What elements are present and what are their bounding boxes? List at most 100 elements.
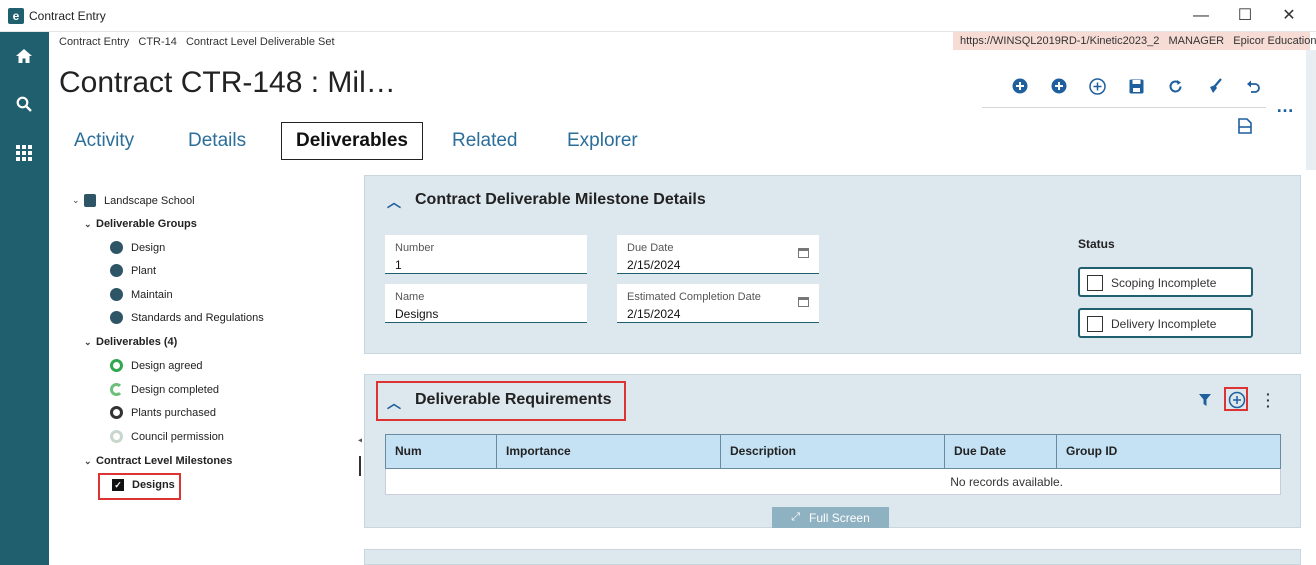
print-preview-icon[interactable] — [1235, 116, 1255, 136]
calendar-icon[interactable] — [798, 248, 809, 258]
maximize-button[interactable]: ☐ — [1230, 6, 1260, 26]
number-field[interactable]: Number 1 — [385, 235, 587, 274]
tree-item-group[interactable]: Standards and Regulations — [110, 311, 264, 324]
checkbox-label: Scoping Incomplete — [1111, 276, 1217, 290]
page-title: Contract CTR-148 : Mil… — [59, 66, 396, 99]
scoping-incomplete-checkbox[interactable]: Scoping Incomplete — [1078, 267, 1253, 297]
tree-node-deliverables[interactable]: ⌄ Deliverables (4) — [84, 336, 177, 348]
checkbox-checked-icon: ✓ — [112, 479, 124, 491]
name-field[interactable]: Name Designs — [385, 284, 587, 323]
environment-role: MANAGER — [1168, 35, 1225, 47]
window-titlebar: e Contract Entry — ☐ ✕ — [0, 0, 1316, 32]
breadcrumb-item[interactable]: Contract Entry — [59, 36, 129, 48]
panel-splitter[interactable] — [359, 456, 361, 476]
close-button[interactable]: ✕ — [1274, 6, 1304, 26]
field-value: Designs — [395, 307, 439, 321]
delivery-incomplete-checkbox[interactable]: Delivery Incomplete — [1078, 308, 1253, 338]
left-navigation — [0, 32, 49, 565]
add-new-icon[interactable] — [1000, 75, 1039, 97]
tree-milestones-label: Contract Level Milestones — [96, 455, 233, 467]
checkbox-icon — [1087, 275, 1103, 291]
tab-details[interactable]: Details — [188, 122, 246, 160]
vertical-scrollbar[interactable] — [1306, 50, 1316, 170]
column-header-importance[interactable]: Importance — [497, 435, 721, 468]
add-icon[interactable] — [1039, 75, 1078, 97]
milestone-details-title: Contract Deliverable Milestone Details — [415, 191, 706, 208]
calendar-icon[interactable] — [798, 297, 809, 307]
field-value: 2/15/2024 — [627, 307, 681, 321]
group-icon — [110, 311, 123, 324]
tree-item-group[interactable]: Design — [110, 241, 165, 254]
chevron-down-icon[interactable]: ⌄ — [84, 337, 96, 348]
chevron-down-icon[interactable]: ⌄ — [72, 195, 84, 206]
tab-deliverables[interactable]: Deliverables — [281, 122, 423, 160]
toolbar — [1000, 75, 1273, 97]
chevron-down-icon[interactable]: ⌄ — [84, 219, 96, 230]
tree-node-milestones[interactable]: ⌄ Contract Level Milestones — [84, 455, 232, 467]
status-partial-icon — [110, 383, 123, 396]
environment-company: Epicor Education — [1233, 35, 1316, 47]
tree-item-group[interactable]: Maintain — [110, 288, 173, 301]
tree-root-label: Landscape School — [104, 194, 195, 207]
tab-related[interactable]: Related — [452, 122, 518, 160]
tree-item-label: Design agreed — [131, 359, 203, 372]
column-header-group-id[interactable]: Group ID — [1057, 435, 1280, 468]
status-pending-icon — [110, 430, 123, 443]
empty-grid-message: No records available. — [950, 475, 1063, 489]
filter-icon[interactable] — [1199, 393, 1211, 406]
field-value: 2/15/2024 — [627, 258, 681, 272]
environment-bar: https://WINSQL2019RD-1/Kinetic2023_2 MAN… — [953, 32, 1316, 50]
expand-icon: ⤢ — [791, 511, 801, 523]
refresh-icon[interactable] — [1156, 75, 1195, 97]
full-screen-label: Full Screen — [809, 510, 870, 525]
group-icon — [110, 264, 123, 277]
column-header-num[interactable]: Num — [386, 435, 497, 468]
kebab-menu-icon[interactable]: · · · — [1266, 387, 1271, 413]
field-label: Number — [395, 242, 435, 254]
tree-item-group[interactable]: Plant — [110, 264, 156, 277]
full-screen-button[interactable]: ⤢ Full Screen — [772, 507, 889, 528]
group-icon — [110, 288, 123, 301]
column-header-description[interactable]: Description — [721, 435, 945, 468]
estimated-completion-field[interactable]: Estimated Completion Date 2/15/2024 — [617, 284, 819, 323]
tree-item-deliverable[interactable]: Council permission — [110, 430, 224, 443]
book-icon — [84, 194, 96, 207]
add-row-icon[interactable] — [1228, 391, 1246, 409]
clear-icon[interactable] — [1195, 75, 1234, 97]
toolbar-divider — [982, 107, 1266, 108]
window-title: Contract Entry — [29, 9, 106, 23]
tree-item-deliverable[interactable]: Design agreed — [110, 359, 203, 372]
tab-activity[interactable]: Activity — [74, 122, 134, 160]
save-icon[interactable] — [1117, 75, 1156, 97]
field-value: 1 — [395, 258, 402, 272]
status-dark-icon — [110, 406, 123, 419]
collapse-caret-icon[interactable]: ︿ — [387, 192, 401, 212]
tree-item-deliverable[interactable]: Design completed — [110, 383, 219, 396]
breadcrumb-item: Contract Level Deliverable Set — [185, 36, 335, 48]
field-label: Name — [395, 291, 425, 303]
checkbox-label: Delivery Incomplete — [1111, 317, 1217, 331]
undo-icon[interactable] — [1234, 75, 1273, 97]
tree-root[interactable]: ⌄ Landscape School — [72, 194, 195, 207]
chevron-down-icon[interactable]: ⌄ — [84, 456, 96, 467]
column-header-due-date[interactable]: Due Date — [945, 435, 1057, 468]
tab-explorer[interactable]: Explorer — [567, 122, 638, 160]
tree-item-milestone[interactable]: ✓ Designs — [112, 479, 175, 491]
requirements-title: Deliverable Requirements — [415, 391, 612, 408]
group-icon — [110, 241, 123, 254]
home-icon[interactable] — [12, 44, 36, 68]
tree-item-deliverable[interactable]: Plants purchased — [110, 406, 216, 419]
tree-node-groups[interactable]: ⌄ Deliverable Groups — [84, 218, 197, 230]
environment-url: https://WINSQL2019RD-1/Kinetic2023_2 — [960, 35, 1160, 47]
tree-groups-label: Deliverable Groups — [96, 218, 197, 230]
add-circle-icon[interactable] — [1078, 75, 1117, 97]
search-icon[interactable] — [12, 92, 36, 116]
minimize-button[interactable]: — — [1186, 6, 1216, 26]
breadcrumb: Contract Entry CTR-14 Contract Level Del… — [59, 36, 341, 48]
collapse-caret-icon[interactable]: ︿ — [387, 393, 401, 413]
field-label: Due Date — [627, 242, 674, 254]
due-date-field[interactable]: Due Date 2/15/2024 — [617, 235, 819, 274]
more-options-button[interactable]: … — [1276, 96, 1295, 117]
apps-grid-icon[interactable] — [12, 141, 36, 165]
breadcrumb-item[interactable]: CTR-14 — [138, 36, 177, 48]
